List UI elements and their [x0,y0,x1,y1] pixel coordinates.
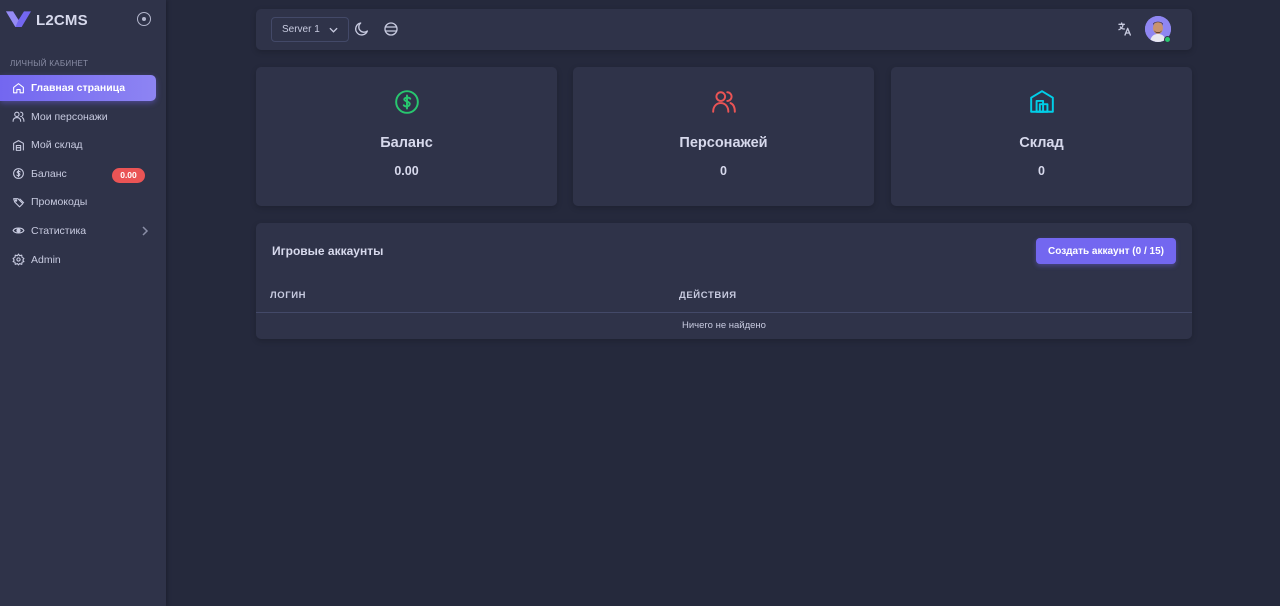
home-icon [12,82,25,95]
sidebar-item-label: Статистика [31,224,87,237]
dollar-icon [12,167,25,180]
sidebar-item-characters[interactable]: Мои персонажи [0,104,166,130]
dollar-circle-icon [394,90,419,114]
sidebar-item-home[interactable]: Главная страница [0,75,156,101]
brand[interactable]: L2CMS [6,9,88,31]
brand-name: L2CMS [36,11,88,29]
card-value: 0.00 [394,164,419,178]
menu-section-header: ЛИЧНЫЙ КАБИНЕТ [10,59,89,68]
users-icon [12,110,25,123]
sidebar-item-promocodes[interactable]: Промокоды [0,189,166,215]
translate-icon[interactable] [1117,21,1133,37]
sidebar-toggle-icon[interactable] [137,12,151,26]
sidebar: L2CMS ЛИЧНЫЙ КАБИНЕТ Главная страница Мо… [0,0,166,606]
card-title: Склад [1019,135,1064,151]
card-value: 0 [1038,164,1045,178]
card-characters: Персонажей 0 [573,67,874,206]
server-select-value: Server 1 [282,24,320,35]
chevron-right-icon [142,226,149,236]
sidebar-item-label: Главная страница [31,82,126,94]
column-header-actions: ДЕЙСТВИЯ [679,290,737,301]
card-balance: Баланс 0.00 [256,67,557,206]
sidebar-item-statistics[interactable]: Статистика [0,218,166,244]
warehouse-icon [1029,90,1054,113]
card-value: 0 [720,164,727,178]
sidebar-item-balance[interactable]: Баланс 0.00 [0,161,166,187]
table-header-divider [256,312,1192,313]
users-icon [711,91,736,113]
brand-logo-icon [6,11,31,28]
sidebar-item-label: Промокоды [31,196,88,209]
game-accounts-title: Игровые аккаунты [272,244,384,258]
balance-badge: 0.00 [112,167,145,183]
sidebar-menu: Главная страница Мои персонажи Мой склад… [0,75,166,275]
sidebar-item-warehouse[interactable]: Мой склад [0,132,166,158]
table-empty-message: Ничего не найдено [682,320,766,331]
sidebar-item-label: Admin [31,253,61,266]
gear-icon [12,253,25,266]
sidebar-item-label: Мой склад [31,139,83,152]
warehouse-icon [12,139,25,152]
sidebar-item-label: Мои персонажи [31,110,108,123]
column-header-login[interactable]: ЛОГИН [270,290,306,301]
globe-icon[interactable] [383,21,399,37]
chevron-down-icon [329,27,338,33]
eye-icon [12,224,25,237]
server-select[interactable]: Server 1 [271,17,349,42]
moon-icon[interactable] [354,21,370,37]
top-navbar: Server 1 [256,9,1192,50]
sidebar-item-label: Баланс [31,167,67,180]
sidebar-item-admin[interactable]: Admin [0,247,166,273]
card-warehouse: Склад 0 [891,67,1192,206]
card-title: Баланс [380,135,433,151]
create-account-button[interactable]: Создать аккаунт (0 / 15) [1036,238,1176,264]
card-title: Персонажей [679,135,768,151]
tags-icon [12,196,25,209]
game-accounts-card: Игровые аккаунты Создать аккаунт (0 / 15… [256,223,1192,339]
online-status-dot [1164,36,1171,43]
